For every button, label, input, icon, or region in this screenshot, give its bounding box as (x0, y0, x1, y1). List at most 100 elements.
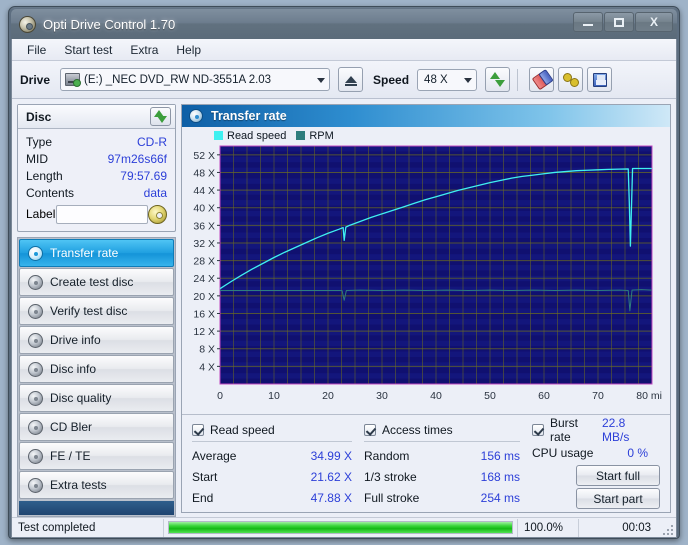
minimize-button[interactable] (573, 12, 603, 32)
refresh-icon (154, 110, 167, 123)
drive-info-icon (28, 332, 43, 348)
results-burst-rate: Burst rate 22.8 MB/s CPU usage 0 % Start… (532, 416, 660, 509)
burst-rate-title: Burst rate (550, 416, 579, 444)
svg-text:30: 30 (376, 390, 388, 402)
svg-text:16 X: 16 X (193, 308, 215, 320)
drive-select[interactable]: (E:) _NEC DVD_RW ND-3551A 2.03 (60, 68, 331, 91)
disc-label-input[interactable] (55, 204, 148, 224)
menu-item-extra[interactable]: Extra (121, 41, 167, 59)
client-area: File Start test Extra Help Drive (E:) _N… (11, 39, 677, 538)
eject-button[interactable] (338, 67, 364, 92)
burst-rate-header: Burst rate 22.8 MB/s (532, 416, 660, 444)
gears-icon (562, 72, 579, 87)
close-button[interactable]: X (635, 12, 673, 32)
svg-text:20 X: 20 X (193, 291, 215, 303)
access-times-checkbox[interactable] (364, 424, 376, 436)
menu-item-help[interactable]: Help (167, 41, 210, 59)
read-speed-checkbox[interactable] (192, 424, 204, 436)
sidebar-item-fe-te[interactable]: FE / TE (19, 442, 174, 470)
disc-label-row: Label (26, 202, 167, 226)
refresh-icon (490, 72, 506, 87)
result-key-average: Average (192, 448, 237, 463)
sidebar-item-drive-info[interactable]: Drive info (19, 326, 174, 354)
result-row-full-stroke: Full stroke 254 ms (364, 487, 532, 508)
svg-text:4 X: 4 X (199, 361, 215, 373)
disc-row-length: Length 79:57.69 (26, 167, 167, 184)
settings-button[interactable] (558, 67, 584, 92)
maximize-icon (614, 17, 624, 27)
sidebar-item-extra-tests[interactable]: Extra tests (19, 471, 174, 499)
app-window: Opti Drive Control 1.70 X File Start tes… (8, 6, 680, 539)
sidebar-nav: Transfer rate Create test disc Verify te… (17, 237, 176, 517)
window-title: Opti Drive Control 1.70 (43, 16, 176, 32)
maximize-button[interactable] (604, 12, 634, 32)
svg-text:80 min: 80 min (636, 390, 662, 402)
refresh-button[interactable] (485, 67, 511, 92)
speed-select[interactable]: 48 X (417, 68, 478, 91)
fe-te-icon (28, 448, 43, 464)
svg-text:0: 0 (217, 390, 223, 402)
result-row-cpu-usage: CPU usage 0 % (532, 442, 660, 463)
sidebar-item-disc-quality[interactable]: Disc quality (19, 384, 174, 412)
disc-quality-icon (28, 390, 43, 406)
divider (192, 441, 352, 442)
legend-swatch-rpm (296, 131, 306, 140)
read-speed-title: Read speed (210, 423, 275, 437)
status-message: Test completed (12, 518, 164, 537)
result-value-third-stroke: 168 ms (480, 469, 520, 484)
sidebar-item-label: Disc info (50, 362, 97, 376)
svg-text:52 X: 52 X (193, 150, 215, 162)
cd-disc-icon[interactable] (148, 204, 167, 224)
chart-panel-title: Transfer rate (211, 109, 287, 123)
disc-key-length: Length (26, 168, 63, 183)
result-value-start: 21.62 X (310, 469, 352, 484)
clear-button[interactable] (529, 67, 555, 92)
read-speed-header: Read speed (192, 421, 364, 439)
sidebar-item-label: CD Bler (50, 420, 93, 434)
disc-fields: Type CD-R MID 97m26s66f Length 79:57.69 (18, 129, 175, 231)
legend-label-read-speed: Read speed (227, 129, 287, 142)
result-value-random: 156 ms (480, 448, 520, 463)
left-column: Disc Type CD-R MID 97m26s66f Length 79:5… (17, 104, 176, 537)
toolbar-divider (517, 68, 519, 91)
burst-rate-value: 22.8 MB/s (602, 416, 630, 444)
menu-item-file[interactable]: File (18, 41, 55, 59)
sidebar-item-disc-info[interactable]: Disc info (19, 355, 174, 383)
disc-info-icon (28, 361, 43, 377)
drive-label: Drive (20, 72, 51, 87)
result-key-third-stroke: 1/3 stroke (364, 469, 417, 484)
result-row-average: Average 34.99 X (192, 445, 364, 466)
drive-select-value: (E:) _NEC DVD_RW ND-3551A 2.03 (84, 73, 272, 86)
sidebar-item-cd-bler[interactable]: CD Bler (19, 413, 174, 441)
extra-tests-icon (28, 477, 43, 493)
svg-text:50: 50 (484, 390, 496, 402)
disc-panel: Disc Type CD-R MID 97m26s66f Length 79:5… (17, 104, 176, 232)
window-controls: X (572, 12, 673, 32)
disc-key-contents: Contents (26, 185, 75, 200)
start-part-button[interactable]: Start part (576, 488, 660, 509)
result-key-cpu-usage: CPU usage (532, 445, 594, 460)
svg-text:48 X: 48 X (193, 167, 215, 179)
menu-item-start-test[interactable]: Start test (55, 41, 121, 59)
disc-value-type: CD-R (137, 134, 167, 149)
disc-burn-icon (28, 274, 43, 290)
svg-text:28 X: 28 X (193, 256, 215, 268)
transfer-rate-graph: 4 X 8 X 12 X 16 X 20 X 24 X 28 X 32 X 36 X 40 X 44… (193, 145, 662, 402)
svg-text:70: 70 (592, 390, 604, 402)
legend-label-rpm: RPM (309, 129, 334, 142)
resize-grip[interactable] (659, 521, 673, 535)
sidebar-item-label: Extra tests (50, 478, 107, 492)
burst-rate-checkbox[interactable] (532, 424, 544, 436)
disc-row-mid: MID 97m26s66f (26, 150, 167, 167)
sidebar-item-verify-test-disc[interactable]: Verify test disc (19, 297, 174, 325)
result-key-start: Start (192, 469, 218, 484)
save-button[interactable] (587, 67, 613, 92)
legend-swatch-read-speed (214, 131, 223, 140)
svg-text:36 X: 36 X (193, 220, 215, 232)
sidebar-item-transfer-rate[interactable]: Transfer rate (19, 239, 174, 267)
start-full-button[interactable]: Start full (576, 465, 660, 486)
sidebar-item-create-test-disc[interactable]: Create test disc (19, 268, 174, 296)
disc-test-icon (28, 245, 43, 261)
disc-refresh-button[interactable] (150, 107, 171, 126)
progress-bar (164, 519, 517, 537)
